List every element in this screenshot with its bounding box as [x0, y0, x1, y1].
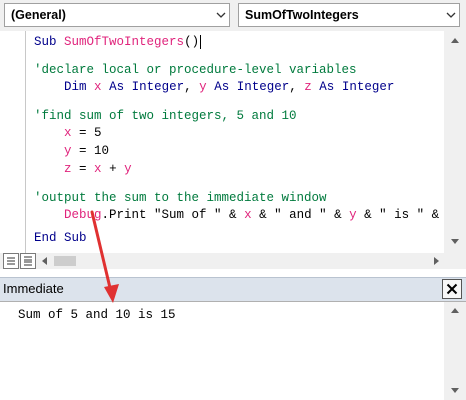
annotation-arrow	[90, 210, 119, 303]
